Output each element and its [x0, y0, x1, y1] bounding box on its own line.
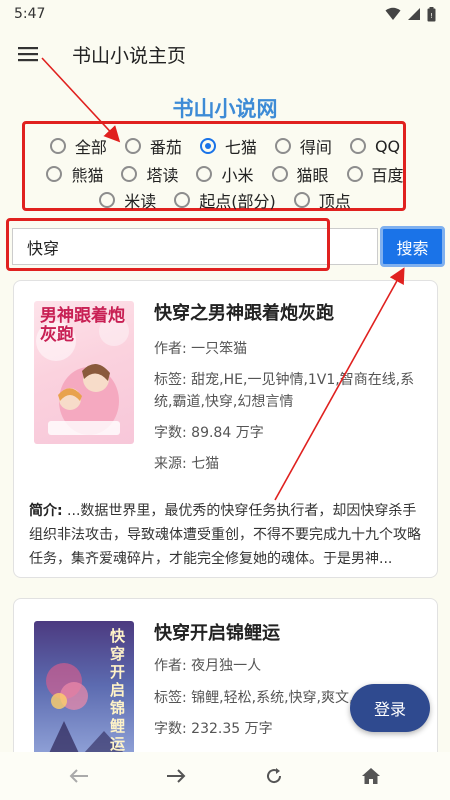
radio-row-3: 米读 起点(部分) 顶点 — [0, 188, 450, 212]
site-title: 书山小说网 — [172, 97, 278, 121]
arrow-right-icon — [167, 769, 186, 783]
radio-label: 起点(部分) — [199, 192, 276, 211]
book-word-count: 字数: 89.84 万字 — [154, 425, 264, 441]
radio-label: 小米 — [221, 166, 254, 185]
app-bar: 书山小说主页 — [0, 28, 450, 80]
radio-source-xiongmao[interactable]: 熊猫 — [46, 162, 103, 186]
radio-label: 百度 — [371, 166, 404, 185]
book-title[interactable]: 快穿开启锦鲤运 — [154, 619, 280, 645]
hamburger-menu-icon — [18, 47, 38, 62]
radio-circle — [349, 138, 366, 154]
radio-label: 塔读 — [146, 166, 179, 185]
menu-button[interactable] — [0, 28, 56, 80]
radio-circle — [271, 166, 288, 182]
radio-source-fanqie[interactable]: 番茄 — [124, 134, 182, 158]
radio-source-all[interactable]: 全部 — [49, 134, 107, 158]
intro-label: 简介: — [29, 503, 63, 519]
nav-refresh-button[interactable] — [250, 756, 298, 796]
radio-row-1: 全部 番茄 七猫 得间 QQ — [0, 134, 450, 158]
arrow-left-icon — [69, 769, 88, 783]
book-card[interactable]: 男神跟着炮灰跑 快穿之男神跟着炮灰跑 作者: 一只笨猫 标签: 甜宠,HE,一见… — [13, 280, 438, 578]
login-button[interactable]: 登录 — [350, 684, 430, 732]
intro-text: ...数据世界里，最优秀的快穿任务执行者，却因快穿杀手组织非法攻击，导致魂体遭受… — [29, 503, 421, 567]
radio-label: 猫眼 — [296, 166, 329, 185]
cover-title: 快穿开启锦鲤运 — [110, 627, 126, 753]
book-title[interactable]: 快穿之男神跟着炮灰跑 — [154, 299, 334, 325]
radio-source-midu[interactable]: 米读 — [99, 188, 156, 212]
radio-label: 得间 — [299, 138, 332, 157]
radio-source-dejian[interactable]: 得间 — [274, 134, 332, 158]
radio-source-qimao[interactable]: 七猫 — [199, 134, 257, 158]
radio-circle — [274, 138, 291, 154]
radio-source-xiaomi[interactable]: 小米 — [196, 162, 254, 186]
status-icons: ! — [385, 6, 436, 22]
svg-text:!: ! — [430, 12, 433, 20]
book-card[interactable]: 快穿开启锦鲤运 快穿开启锦鲤运 作者: 夜月独一人 标签: 锦鲤,轻松,系统,快… — [13, 598, 438, 768]
search-input[interactable] — [12, 228, 378, 265]
radio-circle — [174, 192, 191, 208]
radio-circle — [121, 166, 138, 182]
radio-source-taodu[interactable]: 塔读 — [121, 162, 178, 186]
nav-home-button[interactable] — [347, 756, 395, 796]
radio-row-2: 熊猫 塔读 小米 猫眼 百度 — [0, 162, 450, 186]
radio-circle — [196, 166, 213, 182]
radio-source-qidian[interactable]: 起点(部分) — [174, 188, 276, 212]
bottom-nav — [0, 752, 450, 800]
radio-circle — [293, 192, 310, 208]
book-author: 作者: 一只笨猫 — [154, 341, 248, 357]
radio-label: 全部 — [74, 138, 107, 157]
radio-source-maoyan[interactable]: 猫眼 — [271, 162, 329, 186]
radio-label: 熊猫 — [71, 166, 104, 185]
wifi-icon — [385, 7, 401, 20]
book-source: 来源: 七猫 — [154, 456, 220, 472]
refresh-icon — [266, 768, 281, 784]
radio-source-dingdian[interactable]: 顶点 — [293, 188, 351, 212]
book-cover: 男神跟着炮灰跑 — [34, 301, 134, 444]
book-author: 作者: 夜月独一人 — [154, 658, 262, 674]
book-tags: 标签: 甜宠,HE,一见钟情,1V1,智商在线,系统,霸道,快穿,幻想言情 — [154, 372, 415, 410]
radio-circle — [49, 138, 66, 154]
status-time: 5:47 — [14, 6, 46, 22]
signal-icon — [408, 8, 420, 20]
radio-label: 米读 — [124, 192, 157, 211]
radio-label: 番茄 — [149, 138, 182, 157]
battery-icon: ! — [427, 6, 436, 21]
search-button[interactable]: 搜索 — [380, 226, 445, 267]
home-icon — [362, 768, 381, 784]
app-title: 书山小说主页 — [72, 44, 187, 67]
radio-circle — [46, 166, 63, 182]
nav-back-button[interactable] — [55, 756, 103, 796]
radio-label: 七猫 — [224, 138, 257, 157]
radio-circle-checked — [199, 138, 216, 154]
radio-circle — [346, 166, 363, 182]
status-bar: 5:47 ! — [0, 0, 450, 28]
cover-title: 男神跟着炮灰跑 — [40, 306, 125, 345]
radio-label: 顶点 — [318, 192, 351, 211]
search-bar: 搜索 — [6, 218, 446, 272]
radio-circle — [99, 192, 116, 208]
radio-source-baidu[interactable]: 百度 — [346, 162, 404, 186]
nav-forward-button[interactable] — [152, 756, 200, 796]
book-cover: 快穿开启锦鲤运 — [34, 621, 134, 764]
radio-source-qq[interactable]: QQ — [349, 134, 401, 158]
radio-circle — [124, 138, 141, 154]
book-intro: 简介: ...数据世界里，最优秀的快穿任务执行者，却因快穿杀手组织非法攻击，导致… — [29, 499, 424, 571]
radio-label: QQ — [374, 136, 401, 156]
